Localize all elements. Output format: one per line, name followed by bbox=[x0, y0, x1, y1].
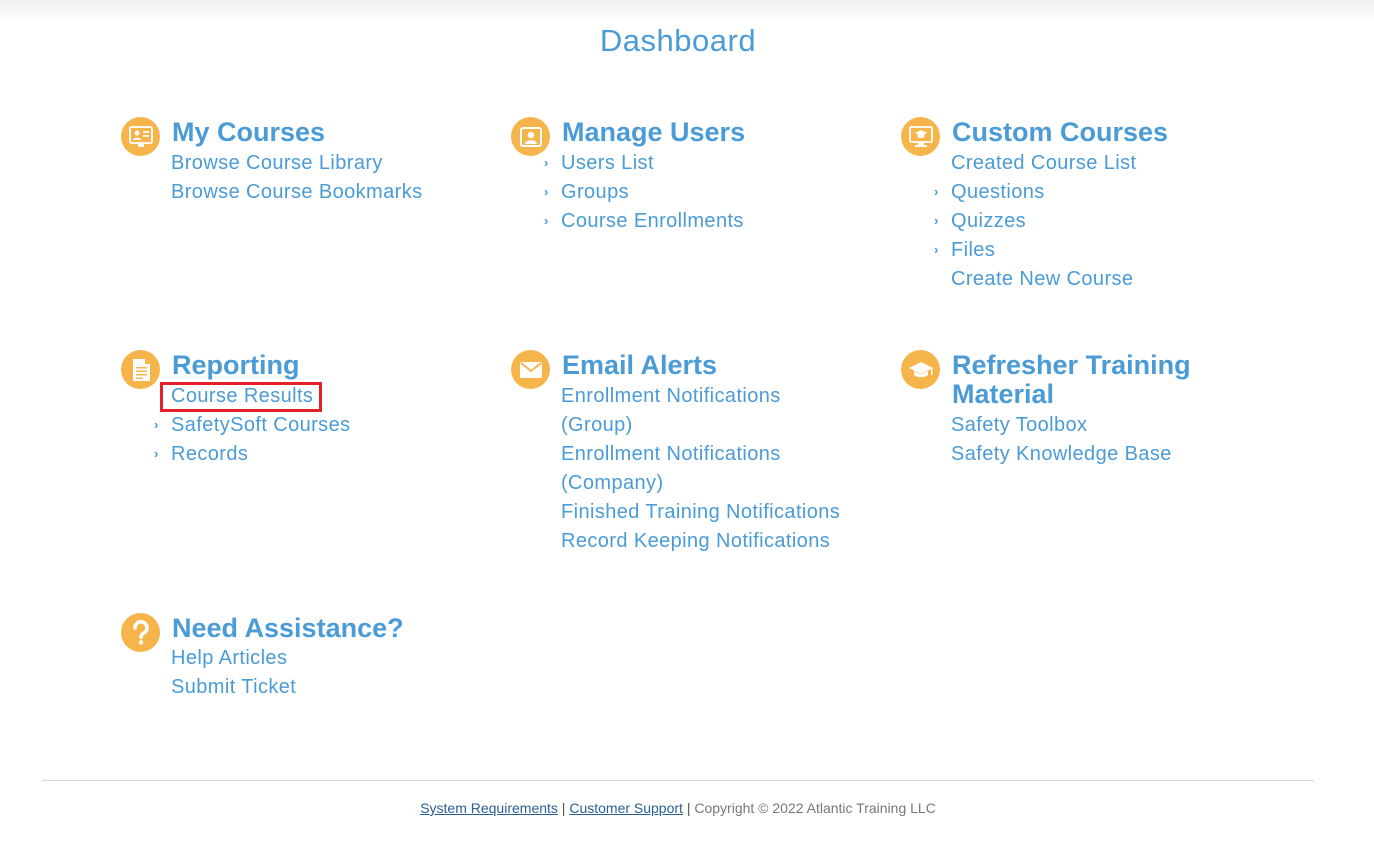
top-bar-shadow bbox=[0, 0, 1374, 22]
help-articles-link[interactable]: Help Articles bbox=[171, 644, 287, 673]
footer: System Requirements | Customer Support |… bbox=[0, 800, 1356, 816]
chevron-right-icon: › bbox=[544, 155, 549, 170]
list-item: Safety Toolbox bbox=[951, 411, 1172, 440]
list-item: Finished Training Notifications bbox=[561, 498, 851, 527]
list-item: › Questions bbox=[934, 178, 1136, 207]
footer-divider bbox=[42, 780, 1314, 781]
manage-users-heading: Manage Users bbox=[562, 117, 746, 147]
records-link[interactable]: Records bbox=[171, 440, 248, 469]
section-my-courses: My Courses Browse Course Library Browse … bbox=[121, 117, 461, 227]
list-item: Create New Course bbox=[951, 265, 1136, 294]
browse-course-bookmarks-link[interactable]: Browse Course Bookmarks bbox=[171, 178, 423, 207]
section-manage-users: Manage Users › Users List › Groups › Course… bbox=[511, 117, 851, 237]
list-item: › SafetySoft Courses bbox=[154, 411, 351, 440]
safety-toolbox-link[interactable]: Safety Toolbox bbox=[951, 411, 1087, 440]
list-item: › Quizzes bbox=[934, 207, 1136, 236]
safety-knowledge-base-link[interactable]: Safety Knowledge Base bbox=[951, 440, 1172, 469]
report-document-icon bbox=[121, 350, 160, 389]
custom-courses-heading: Custom Courses bbox=[952, 117, 1169, 147]
list-item: Submit Ticket bbox=[171, 673, 296, 702]
list-item: Record Keeping Notifications bbox=[561, 527, 851, 556]
reporting-heading: Reporting bbox=[172, 350, 300, 380]
need-assistance-links: Help Articles Submit Ticket bbox=[171, 644, 296, 702]
footer-separator: | bbox=[686, 800, 691, 816]
list-item: Created Course List bbox=[951, 149, 1136, 178]
section-need-assistance: Need Assistance? Help Articles Submit Ti… bbox=[121, 613, 461, 713]
chevron-right-icon: › bbox=[544, 213, 549, 228]
chevron-right-icon: › bbox=[154, 446, 159, 461]
chevron-right-icon: › bbox=[154, 417, 159, 432]
finished-training-notifications-link[interactable]: Finished Training Notifications bbox=[561, 498, 840, 527]
email-alerts-heading: Email Alerts bbox=[562, 350, 718, 380]
page-title: Dashboard bbox=[599, 23, 757, 58]
section-email-alerts: Email Alerts Enrollment Notifications (G… bbox=[511, 350, 871, 560]
manage-users-links: › Users List › Groups › Course Enrollments bbox=[544, 149, 744, 236]
quizzes-link[interactable]: Quizzes bbox=[951, 207, 1026, 236]
system-requirements-link[interactable]: System Requirements bbox=[420, 800, 558, 816]
customer-support-link[interactable]: Customer Support bbox=[569, 800, 683, 816]
list-item: Course Results bbox=[160, 382, 351, 412]
submit-ticket-link[interactable]: Submit Ticket bbox=[171, 673, 296, 702]
groups-link[interactable]: Groups bbox=[561, 178, 629, 207]
list-item: › Users List bbox=[544, 149, 744, 178]
create-new-course-link[interactable]: Create New Course bbox=[951, 265, 1133, 294]
question-mark-icon bbox=[121, 613, 160, 652]
list-item: Help Articles bbox=[171, 644, 296, 673]
list-item: › Course Enrollments bbox=[544, 207, 744, 236]
browse-course-library-link[interactable]: Browse Course Library bbox=[171, 149, 383, 178]
footer-separator: | bbox=[561, 800, 566, 816]
questions-link[interactable]: Questions bbox=[951, 178, 1045, 207]
users-list-link[interactable]: Users List bbox=[561, 149, 654, 178]
course-results-link[interactable]: Course Results bbox=[171, 382, 313, 411]
refresher-training-links: Safety Toolbox Safety Knowledge Base bbox=[951, 411, 1172, 469]
section-custom-courses: Custom Courses Created Course List › Ques… bbox=[901, 117, 1241, 297]
course-enrollments-link[interactable]: Course Enrollments bbox=[561, 207, 744, 236]
list-item: › Groups bbox=[544, 178, 744, 207]
my-courses-links: Browse Course Library Browse Course Book… bbox=[171, 149, 423, 207]
chevron-right-icon: › bbox=[934, 184, 939, 199]
chevron-right-icon: › bbox=[544, 184, 549, 199]
copyright-text: Copyright © 2022 Atlantic Training LLC bbox=[694, 800, 936, 816]
monitor-graduation-icon bbox=[901, 117, 940, 156]
refresher-training-heading: Refresher Training Material bbox=[952, 350, 1191, 409]
envelope-icon bbox=[511, 350, 550, 389]
section-reporting: Reporting Course Results › SafetySoft Cou… bbox=[121, 350, 461, 480]
list-item: Enrollment Notifications (Company) bbox=[561, 440, 851, 498]
courses-board-icon bbox=[121, 117, 160, 156]
enrollment-notifications-company-link[interactable]: Enrollment Notifications (Company) bbox=[561, 440, 851, 498]
custom-courses-links: Created Course List › Questions › Quizzes … bbox=[934, 149, 1136, 294]
list-item: › Records bbox=[154, 440, 351, 469]
files-link[interactable]: Files bbox=[951, 236, 995, 265]
my-courses-heading: My Courses bbox=[172, 117, 326, 147]
list-item: › Files bbox=[934, 236, 1136, 265]
chevron-right-icon: › bbox=[934, 242, 939, 257]
user-card-icon bbox=[511, 117, 550, 156]
graduation-cap-icon bbox=[901, 350, 940, 389]
chevron-right-icon: › bbox=[934, 213, 939, 228]
need-assistance-heading: Need Assistance? bbox=[172, 613, 404, 643]
list-item: Browse Course Library bbox=[171, 149, 423, 178]
list-item: Enrollment Notifications (Group) bbox=[561, 382, 851, 440]
created-course-list-link[interactable]: Created Course List bbox=[951, 149, 1136, 178]
safetysoft-courses-link[interactable]: SafetySoft Courses bbox=[171, 411, 351, 440]
list-item: Browse Course Bookmarks bbox=[171, 178, 423, 207]
enrollment-notifications-group-link[interactable]: Enrollment Notifications (Group) bbox=[561, 382, 851, 440]
section-refresher-training: Refresher Training Material Safety Toolb… bbox=[901, 350, 1261, 480]
reporting-links: Course Results › SafetySoft Courses › Reco… bbox=[154, 382, 351, 469]
list-item: Safety Knowledge Base bbox=[951, 440, 1172, 469]
record-keeping-notifications-link[interactable]: Record Keeping Notifications bbox=[561, 527, 830, 556]
email-alerts-links: Enrollment Notifications (Group) Enrollm… bbox=[561, 382, 851, 556]
